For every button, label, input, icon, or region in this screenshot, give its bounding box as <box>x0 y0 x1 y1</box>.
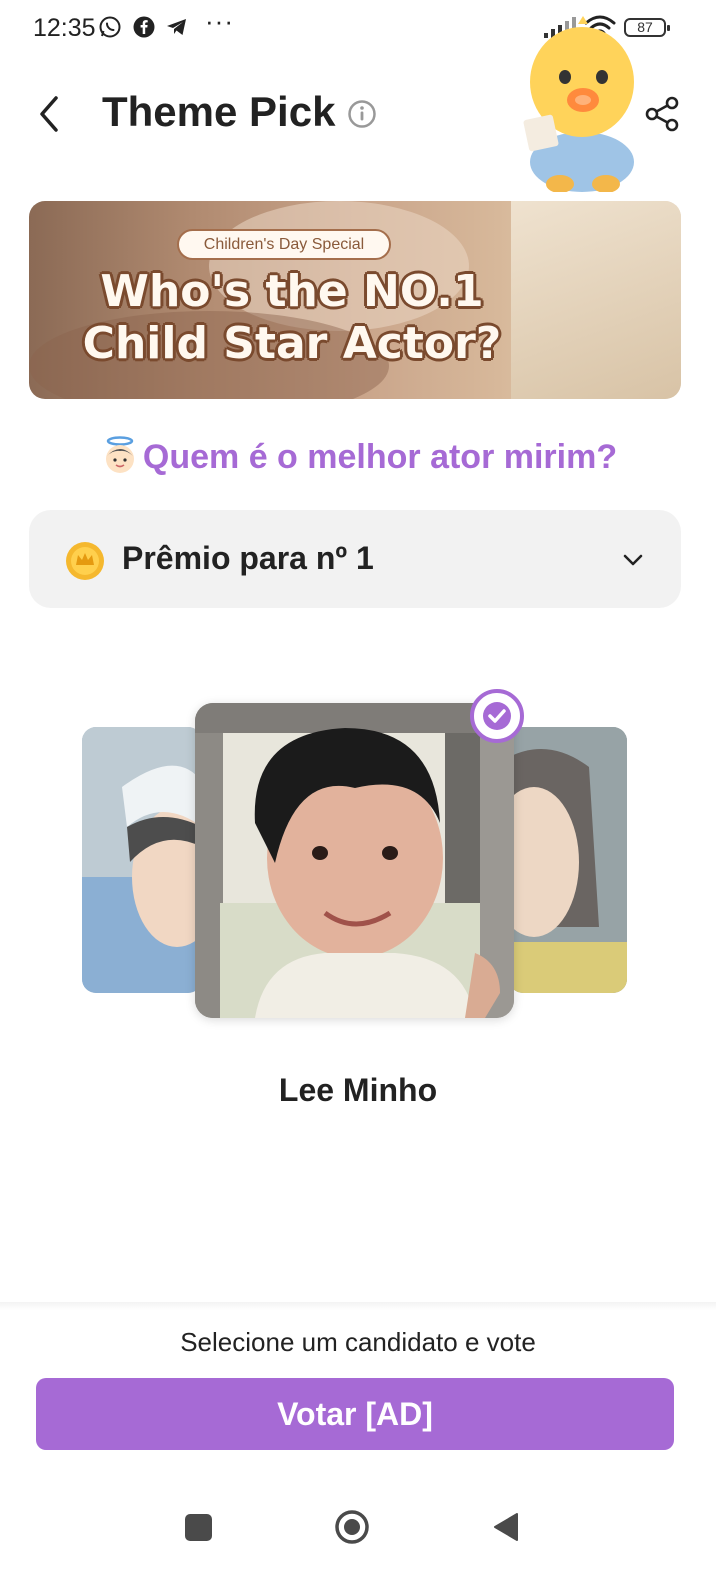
angel-baby-icon <box>105 436 134 473</box>
question-text: Quem é o melhor ator mirim? <box>142 438 618 476</box>
candidate-name: Lee Minho <box>278 1072 438 1108</box>
whatsapp-icon <box>99 16 121 38</box>
home-icon[interactable] <box>334 1509 370 1545</box>
check-icon <box>470 689 524 743</box>
vote-button[interactable]: Votar [AD] <box>36 1378 674 1450</box>
question-heading: Quem é o melhor ator mirim? <box>0 434 716 477</box>
back-arrow-icon[interactable] <box>30 92 70 136</box>
recents-icon[interactable] <box>185 1514 212 1541</box>
system-nav-bar <box>0 1490 716 1570</box>
plush-duck-image <box>523 16 634 192</box>
banner-photo-bg <box>511 201 681 399</box>
candidate-card-next[interactable] <box>509 727 627 993</box>
info-icon[interactable] <box>347 99 377 129</box>
nav-back-icon[interactable] <box>493 1512 519 1542</box>
vote-hint: Selecione um candidato e vote <box>180 1327 536 1357</box>
chevron-down-icon[interactable] <box>621 548 645 572</box>
telegram-icon <box>167 19 186 35</box>
prize-dropdown[interactable]: Prêmio para nº 1 <box>29 510 681 608</box>
candidate-photo-next <box>509 727 627 993</box>
facebook-icon <box>133 16 155 38</box>
candidate-card-selected[interactable] <box>195 703 514 1018</box>
more-dots-icon: ··· <box>205 6 234 36</box>
banner-headline-line2: Child Star Actor? <box>82 318 502 369</box>
banner-headline-line1: Who's the NO.1 <box>100 266 484 317</box>
prize-label: Prêmio para nº 1 <box>122 540 374 576</box>
candidate-photo-previous <box>82 727 202 993</box>
status-time: 12:35 <box>33 14 96 42</box>
page-title: Theme Pick <box>102 88 336 135</box>
banner-tag: Children's Day Special <box>177 229 391 260</box>
candidate-photo-selected <box>195 703 514 1018</box>
bottom-divider <box>0 1302 716 1310</box>
coin-icon <box>66 542 104 580</box>
candidate-card-previous[interactable] <box>82 727 202 993</box>
